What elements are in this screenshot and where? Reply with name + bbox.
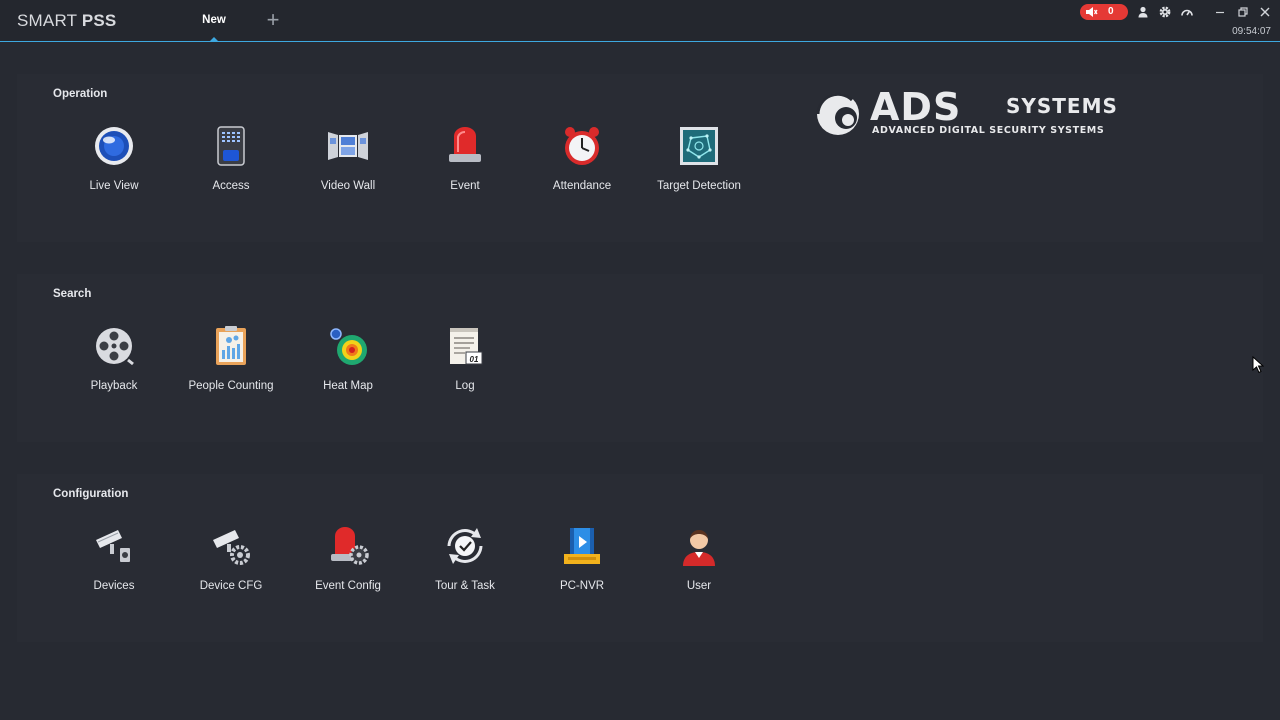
gear-icon[interactable] xyxy=(1158,5,1172,19)
tile-target-detection[interactable]: Target Detection xyxy=(641,120,757,200)
user-icon xyxy=(683,530,715,566)
alarm-badge[interactable]: 0 xyxy=(1080,4,1128,20)
title-bar: SMART PSS New + 0 09:54:07 xyxy=(0,0,1280,42)
attendance-icon xyxy=(565,127,599,165)
tile-access[interactable]: Access xyxy=(173,120,289,200)
log-icon: 01 xyxy=(450,328,483,365)
tile-label: User xyxy=(686,580,712,592)
tile-label: Heat Map xyxy=(323,380,373,392)
tile-heat-map[interactable]: Heat Map xyxy=(290,320,406,400)
active-tab-indicator xyxy=(210,37,218,41)
alarm-count: 0 xyxy=(1108,6,1114,17)
tab-new[interactable]: New xyxy=(193,0,235,42)
device-cfg-icon xyxy=(213,530,250,565)
tile-label: Target Detection xyxy=(657,180,741,192)
tile-label: Event Config xyxy=(315,580,381,592)
tile-pc-nvr[interactable]: PC-NVR xyxy=(524,520,640,600)
heat-map-icon xyxy=(330,328,367,365)
target-detection-icon xyxy=(680,127,718,165)
tile-label: PC-NVR xyxy=(559,580,605,592)
speed-icon[interactable] xyxy=(1180,5,1194,19)
tile-tour-task[interactable]: Tour & Task xyxy=(407,520,523,600)
tile-people-counting[interactable]: People Counting xyxy=(173,320,289,400)
app-title-light: SMART xyxy=(17,11,82,30)
section-title: Configuration xyxy=(53,488,129,500)
pc-nvr-icon xyxy=(564,528,600,564)
tile-label: Event xyxy=(450,180,480,192)
clock: 09:54:07 xyxy=(1232,26,1271,37)
tile-label: People Counting xyxy=(188,380,274,392)
tile-device-cfg[interactable]: Device CFG xyxy=(173,520,289,600)
tile-label: Tour & Task xyxy=(435,580,495,592)
section-title: Operation xyxy=(53,88,108,100)
add-tab-button[interactable]: + xyxy=(262,9,284,31)
tile-label: Access xyxy=(212,180,250,192)
tile-label: Attendance xyxy=(552,180,612,192)
tile-label: Video Wall xyxy=(320,180,376,192)
ads-logo-icon xyxy=(816,92,859,135)
tile-devices[interactable]: Devices xyxy=(56,520,172,600)
tile-label: Devices xyxy=(93,580,135,592)
tile-label: Live View xyxy=(89,180,139,192)
restore-icon[interactable] xyxy=(1236,5,1250,19)
app-title-bold: PSS xyxy=(81,11,117,30)
app-title: SMART PSS xyxy=(17,11,116,31)
tile-video-wall[interactable]: Video Wall xyxy=(290,120,406,200)
tile-user[interactable]: User xyxy=(641,520,757,600)
ads-systems-logo: ADS SYSTEMS ADVANCED DIGITAL SECURITY SY… xyxy=(816,88,1156,140)
logo-main: ADS xyxy=(870,85,962,129)
tile-attendance[interactable]: Attendance xyxy=(524,120,640,200)
live-view-icon xyxy=(95,127,133,165)
tile-log[interactable]: 01 Log xyxy=(407,320,523,400)
tile-label: Log xyxy=(455,380,475,392)
tile-label: Playback xyxy=(90,380,138,392)
devices-icon xyxy=(96,530,130,562)
mouse-cursor-icon xyxy=(1252,356,1264,374)
event-config-icon xyxy=(331,527,369,565)
close-icon[interactable] xyxy=(1258,5,1272,19)
minimize-icon[interactable] xyxy=(1213,5,1227,19)
tile-event-config[interactable]: Event Config xyxy=(290,520,406,600)
tile-event[interactable]: Event xyxy=(407,120,523,200)
tour-task-icon xyxy=(447,528,483,564)
tile-playback[interactable]: Playback xyxy=(56,320,172,400)
logo-systems: SYSTEMS xyxy=(1006,94,1118,118)
speaker-icon xyxy=(1086,7,1098,17)
tile-live-view[interactable]: Live View xyxy=(56,120,172,200)
event-icon xyxy=(449,127,481,162)
tile-label: Device CFG xyxy=(199,580,263,592)
section-configuration: Configuration Devices Device CFG Event C… xyxy=(17,474,1263,642)
svg-text:01: 01 xyxy=(470,355,479,364)
video-wall-icon xyxy=(328,132,368,160)
playback-icon xyxy=(96,328,134,366)
section-search: Search Playback People Counting Heat Map… xyxy=(17,274,1263,442)
section-title: Search xyxy=(53,288,92,300)
user-icon[interactable] xyxy=(1136,5,1150,19)
people-counting-icon xyxy=(216,326,246,365)
logo-subtitle: ADVANCED DIGITAL SECURITY SYSTEMS xyxy=(872,125,1105,136)
access-icon xyxy=(217,126,245,166)
